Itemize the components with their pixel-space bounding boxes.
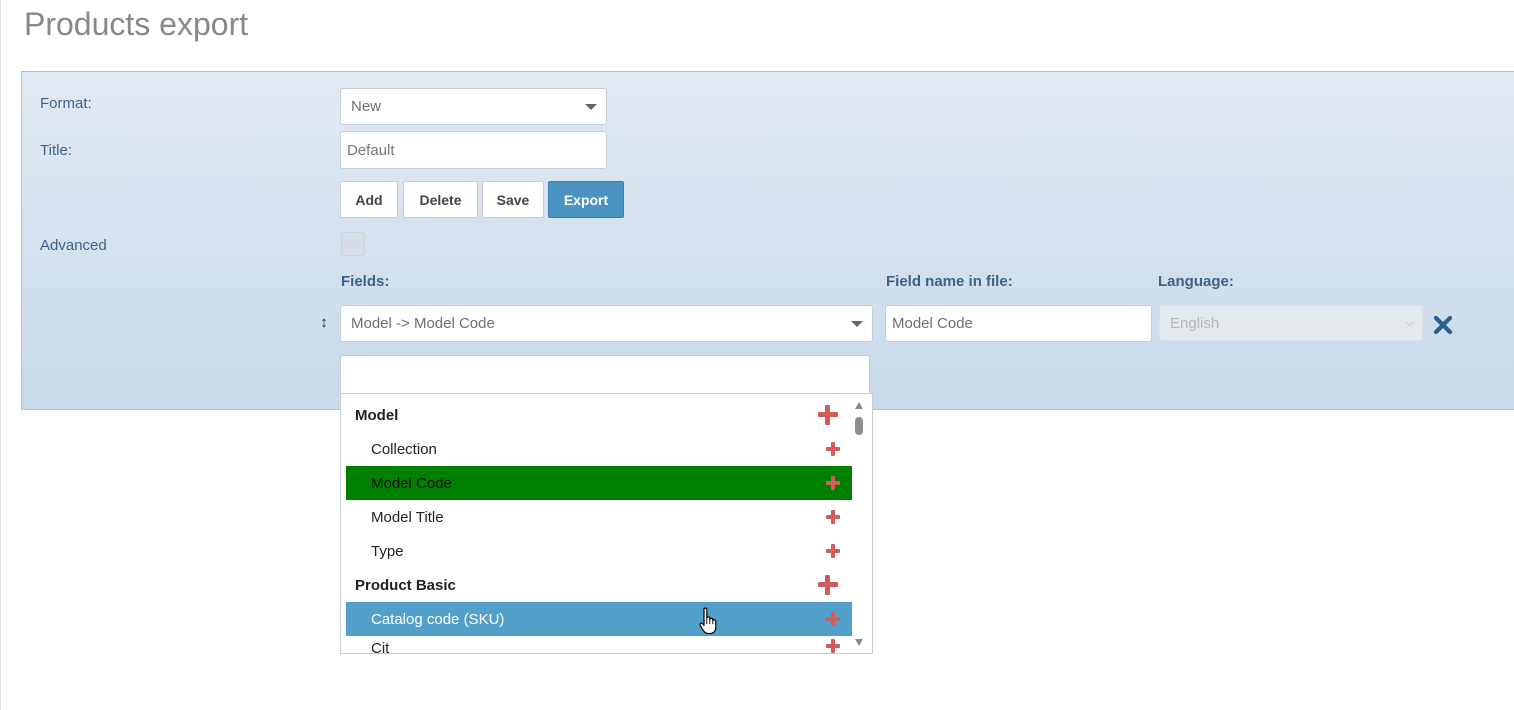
field-select-value: Model -> Model Code bbox=[351, 315, 495, 332]
format-select[interactable]: New bbox=[340, 88, 607, 125]
scroll-down-arrow-icon[interactable] bbox=[855, 639, 863, 646]
scroll-up-arrow-icon[interactable] bbox=[855, 402, 863, 409]
language-select-value: English bbox=[1170, 314, 1220, 332]
hand-pointer-cursor-icon bbox=[699, 607, 717, 635]
export-button[interactable]: Export bbox=[548, 181, 624, 218]
option-catalog-code[interactable]: Catalog code (SKU) bbox=[346, 602, 852, 636]
option-type[interactable]: Type bbox=[346, 534, 852, 568]
option-label: Product Basic bbox=[355, 576, 456, 594]
option-label: Type bbox=[371, 542, 404, 560]
chevron-down-icon: ⌵ bbox=[1405, 317, 1414, 329]
option-label: Cit bbox=[371, 640, 390, 654]
option-label: Model Code bbox=[371, 474, 452, 492]
option-label: Catalog code (SKU) bbox=[371, 610, 505, 628]
field-name-header: Field name in file: bbox=[886, 273, 1013, 290]
add-field-icon[interactable] bbox=[826, 476, 840, 490]
chevron-down-icon bbox=[851, 320, 863, 327]
chevron-down-icon bbox=[585, 103, 597, 110]
format-label: Format: bbox=[40, 95, 92, 112]
advanced-label: Advanced bbox=[40, 237, 107, 254]
add-field-icon[interactable] bbox=[826, 510, 840, 524]
field-options: Model Collection Model Code Model Title … bbox=[346, 398, 852, 654]
option-collection[interactable]: Collection bbox=[346, 432, 852, 466]
add-field-icon[interactable] bbox=[826, 442, 840, 456]
option-label: Model Title bbox=[371, 508, 444, 526]
field-name-input[interactable] bbox=[885, 305, 1152, 342]
scrollbar-thumb[interactable] bbox=[855, 417, 863, 435]
add-group-icon[interactable] bbox=[818, 575, 838, 595]
option-group-model[interactable]: Model bbox=[346, 398, 852, 432]
page-title: Products export bbox=[24, 6, 249, 42]
title-label: Title: bbox=[40, 142, 72, 159]
format-select-value: New bbox=[351, 98, 382, 115]
drag-handle-icon[interactable]: ↕ bbox=[317, 314, 331, 332]
add-field-icon[interactable] bbox=[826, 639, 840, 653]
add-button[interactable]: Add bbox=[340, 181, 398, 218]
delete-button[interactable]: Delete bbox=[403, 181, 478, 218]
remove-field-icon[interactable] bbox=[1432, 314, 1454, 336]
language-select: English ⌵ bbox=[1159, 305, 1423, 341]
add-field-icon[interactable] bbox=[826, 612, 840, 626]
add-group-icon[interactable] bbox=[818, 405, 838, 425]
add-field-icon[interactable] bbox=[826, 544, 840, 558]
language-header: Language: bbox=[1158, 273, 1234, 290]
dropdown-scrollbar[interactable] bbox=[854, 400, 864, 648]
fields-header: Fields: bbox=[341, 273, 390, 290]
option-partial[interactable]: Cit bbox=[346, 636, 852, 654]
field-select[interactable]: Model -> Model Code bbox=[340, 305, 873, 342]
option-group-product-basic[interactable]: Product Basic bbox=[346, 568, 852, 602]
page-left-border bbox=[0, 0, 1, 710]
option-model-title[interactable]: Model Title bbox=[346, 500, 852, 534]
field-search-input[interactable] bbox=[340, 355, 870, 395]
save-button[interactable]: Save bbox=[482, 181, 544, 218]
title-input[interactable] bbox=[340, 131, 607, 169]
option-label: Collection bbox=[371, 440, 437, 458]
option-model-code[interactable]: Model Code bbox=[346, 466, 852, 500]
option-label: Model bbox=[355, 406, 399, 424]
field-dropdown-list: Model Collection Model Code Model Title … bbox=[340, 393, 873, 654]
advanced-checkbox[interactable] bbox=[341, 232, 365, 256]
